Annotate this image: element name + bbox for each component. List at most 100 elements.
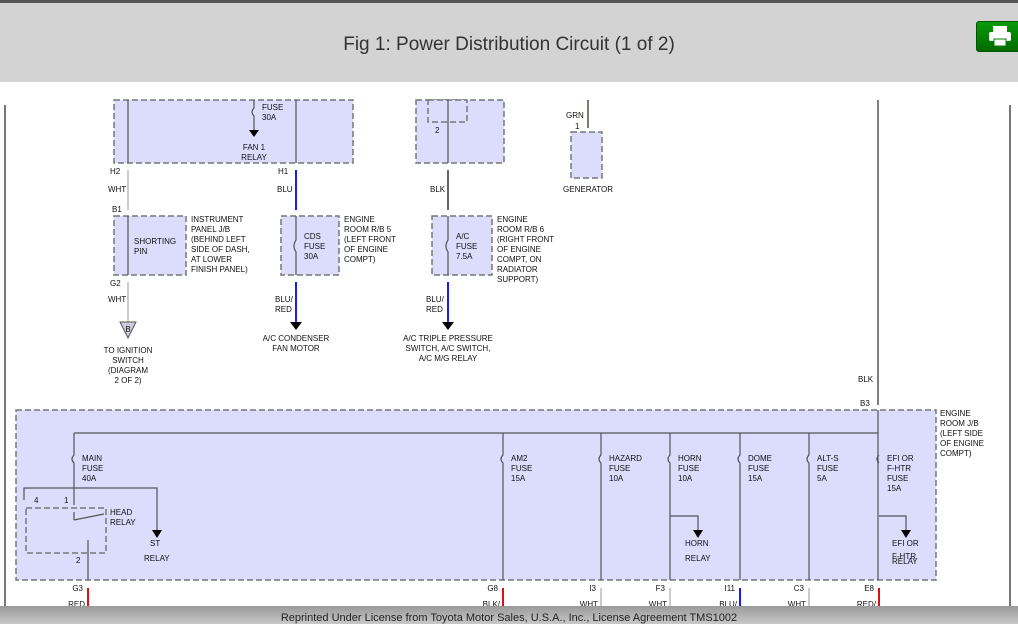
head-relay-box <box>25 507 107 554</box>
connector-label: F3 <box>656 584 666 593</box>
diagram-label: (DIAGRAM <box>108 366 148 375</box>
diagram-label: AM2 <box>511 454 528 463</box>
diagram-label: SWITCH <box>112 356 144 365</box>
diagram-label: FAN 1 <box>243 143 266 152</box>
diagram-label: AT LOWER <box>191 255 232 264</box>
diagram-label: 10A <box>609 474 624 483</box>
diagram-label: SUPPORT) <box>497 275 539 284</box>
diagram-label: COMPT, ON <box>497 255 542 264</box>
diagram-label: SIDE OF DASH, <box>191 245 250 254</box>
connector-label: I3 <box>589 584 596 593</box>
diagram-label: HORN <box>678 454 702 463</box>
connector-label: G8 <box>487 584 498 593</box>
diagram-label: 2 <box>435 126 440 135</box>
license-footer: Reprinted Under License from Toyota Moto… <box>0 606 1018 624</box>
diagram-label: ST <box>150 539 160 548</box>
diagram-label: ROOM R/B 5 <box>344 225 392 234</box>
header-bar: Fig 1: Power Distribution Circuit (1 of … <box>0 0 1018 82</box>
diagram-label: FUSE <box>82 464 103 473</box>
diagram-label: RELAY <box>144 554 170 563</box>
diagram-label: (LEFT FRONT <box>344 235 396 244</box>
diagram-label: (BEHIND LEFT <box>191 235 246 244</box>
diagram-label: HEAD <box>110 508 132 517</box>
page-title: Fig 1: Power Distribution Circuit (1 of … <box>343 34 675 55</box>
diagram-label: FUSE <box>748 464 769 473</box>
diagram-label: 7.5A <box>456 252 473 261</box>
diagram-label: (LEFT SIDE <box>940 429 983 438</box>
diagram-label: B1 <box>112 205 122 214</box>
diagram-label: OF ENGINE <box>497 245 541 254</box>
diagram-label: ALT-S <box>817 454 839 463</box>
diagram-label: 5A <box>817 474 827 483</box>
diagram-label: CDS <box>304 232 321 241</box>
diagram-label: HAZARD <box>609 454 642 463</box>
diagram-label: 30A <box>262 113 277 122</box>
diagram-label: PIN <box>134 247 148 256</box>
diagram-label: RADIATOR <box>497 265 538 274</box>
diagram-label: FAN MOTOR <box>272 344 320 353</box>
diagram-label: EFI OR <box>887 454 914 463</box>
diagram-label: FUSE <box>262 103 283 112</box>
diagram-label: 15A <box>887 484 902 493</box>
diagram-label: COMPT) <box>940 449 972 458</box>
diagram-label: F-HTR <box>887 464 911 473</box>
diagram-label: WHT <box>108 185 126 194</box>
diagram-label: BLU/ <box>275 295 294 304</box>
diagram-label: SHORTING <box>134 237 176 246</box>
diagram-label: 2 OF 2) <box>114 376 141 385</box>
diagram-label: FUSE <box>609 464 630 473</box>
diagram-label: 1 <box>575 122 580 131</box>
diagram-label: (RIGHT FRONT <box>497 235 554 244</box>
diagram-label: BLK <box>858 375 874 384</box>
diagram-label: ROOM J/B <box>940 419 979 428</box>
diagram-label: MAIN <box>82 454 102 463</box>
diagram-label: WHT <box>108 295 126 304</box>
diagram-label: RELAY <box>241 153 267 162</box>
diagram-label: ENGINE <box>940 409 971 418</box>
diagram-label: RED <box>275 305 292 314</box>
diagram-label: FUSE <box>456 242 477 251</box>
diagram-label: FINISH PANEL) <box>191 265 248 274</box>
diagram-label: RELAY <box>685 554 711 563</box>
diagram-label: 40A <box>82 474 97 483</box>
connector-label: I11 <box>724 584 735 593</box>
print-button[interactable] <box>976 21 1018 52</box>
diagram-label: H2 <box>110 167 121 176</box>
fan-relay-box <box>113 99 354 164</box>
diagram-label: G2 <box>110 279 121 288</box>
diagram-label: PANEL J/B <box>191 225 230 234</box>
diagram-label: A/C TRIPLE PRESSURE <box>403 334 493 343</box>
diagram-label: FUSE <box>511 464 532 473</box>
diagram-label: 10A <box>678 474 693 483</box>
diagram-label: H1 <box>278 167 289 176</box>
diagram-label: BLK <box>430 185 446 194</box>
diagram-label: B3 <box>860 399 870 408</box>
diagram-label: DOME <box>748 454 772 463</box>
diagram-label: FUSE <box>304 242 325 251</box>
connector-label: E8 <box>864 584 874 593</box>
diagram-label: 4 <box>34 496 39 505</box>
diagram-label: ROOM R/B 6 <box>497 225 545 234</box>
diagram-label: OF ENGINE <box>940 439 984 448</box>
generator-box <box>570 131 603 179</box>
diagram-label: FUSE <box>817 464 838 473</box>
diagram-label: A/C <box>456 232 470 241</box>
connector-label: G3 <box>72 584 83 593</box>
diagram-label: A/C CONDENSER <box>263 334 330 343</box>
diagram-label: ENGINE <box>497 215 528 224</box>
diagram-label: INSTRUMENT <box>191 215 244 224</box>
diagram-label: RELAY <box>110 518 136 527</box>
diagram-label: EFI OR <box>892 539 919 548</box>
diagram-label: ENGINE <box>344 215 375 224</box>
wiring-diagram: FUSE30AFAN 1RELAYH2 H1WHT BLU BLKB1G2WHTSHO… <box>4 99 1011 606</box>
diagram-label: TO IGNITION <box>104 346 153 355</box>
diagram-label: 15A <box>748 474 763 483</box>
diagram-label: 2 <box>76 556 81 565</box>
diagram-label: SWITCH, A/C SWITCH, <box>406 344 491 353</box>
diagram-label: 30A <box>304 252 319 261</box>
diagram-label: BLU/ <box>426 295 445 304</box>
printer-icon <box>989 26 1011 47</box>
diagram-label: GENERATOR <box>563 185 613 194</box>
diagram-label: RELAY <box>892 557 918 566</box>
diagram-label: 1 <box>64 496 69 505</box>
